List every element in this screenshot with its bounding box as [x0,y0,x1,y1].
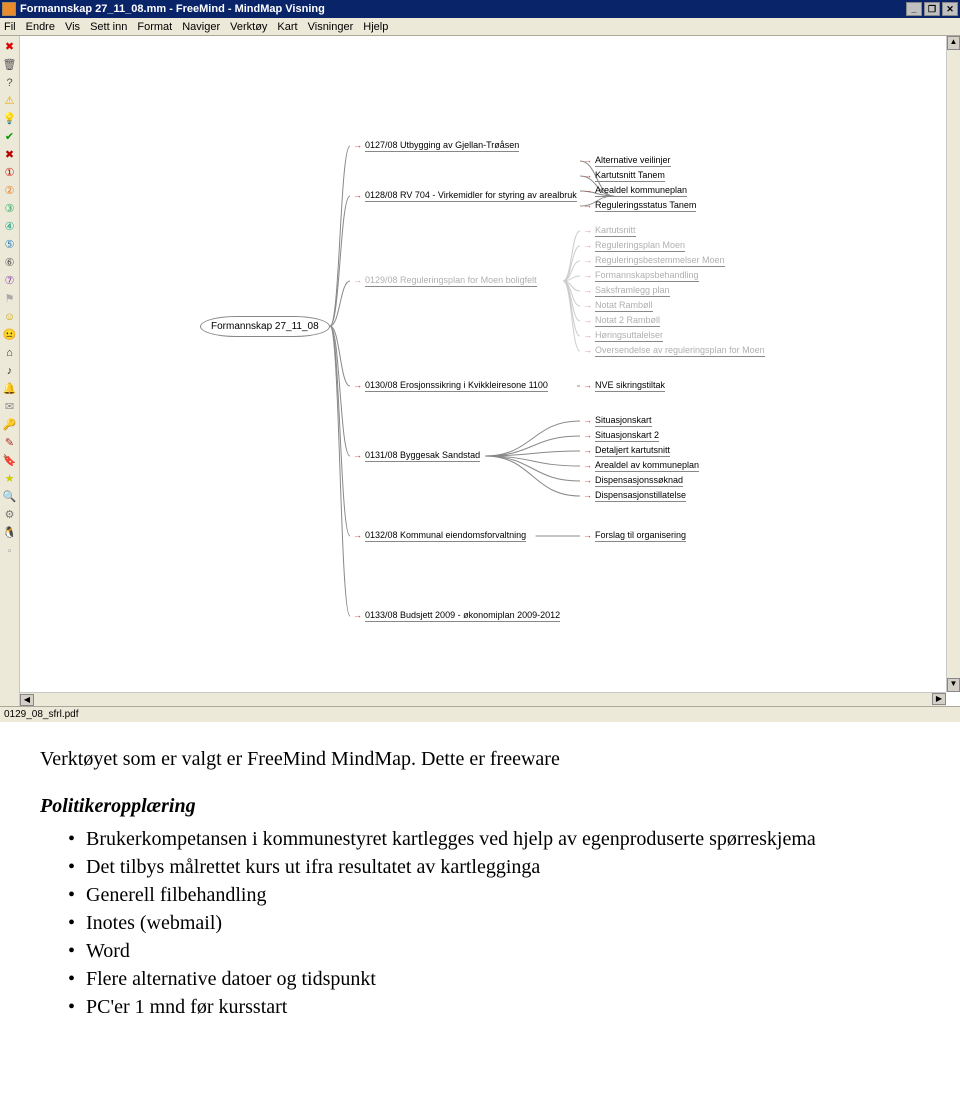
flag-icon[interactable]: ⚑ [3,292,17,306]
doc-intro: Verktøyet som er valgt er FreeMind MindM… [40,748,920,771]
priority-4-icon[interactable]: ④ [3,220,17,234]
minimize-button[interactable]: _ [906,2,922,16]
scroll-up-button[interactable]: ▲ [947,36,960,50]
bell-icon[interactable]: 🔔 [3,382,17,396]
neutral-icon[interactable]: 😐 [3,328,17,342]
menu-kart[interactable]: Kart [277,21,297,33]
blank-icon[interactable]: ▫ [3,544,17,558]
priority-3-icon[interactable]: ③ [3,202,17,216]
vertical-scrollbar[interactable]: ▲ ▼ [946,36,960,692]
mindmap-node[interactable]: →0132/08 Kommunal eiendomsforvaltning [350,529,529,541]
mindmap-node[interactable]: →Situasjonskart [580,414,655,426]
idea-icon[interactable]: 💡 [3,112,17,126]
mindmap-node[interactable]: →Kartutsnitt Tanem [580,169,668,181]
doc-bullet: Det tilbys målrettet kurs ut ifra result… [68,854,920,880]
app-body: ✖ 🗑? ⚠ 💡 ✔ ✖ ① ② ③ ④ ⑤ ⑥ ⑦ ⚑ ☺ 😐 ⌂ ♪ 🔔 ✉ 🔑 ✎ 🔖 ★ 🔍 ⚙ 🐧 ▫ Formannska… [0,36,960,706]
zoom-icon[interactable]: 🔍 [3,490,17,504]
mindmap-node[interactable]: →Høringsuttalelser [580,329,666,341]
cross-icon[interactable]: ✖ [3,148,17,162]
mindmap-node[interactable]: →Reguleringsplan Moen [580,239,688,251]
mindmap-node[interactable]: →Saksframlegg plan [580,284,673,296]
doc-bullet: Inotes (webmail) [68,910,920,936]
mindmap-node[interactable]: →0129/08 Reguleringsplan for Moen boligf… [350,274,540,286]
mindmap-node[interactable]: →Reguleringsbestemmelser Moen [580,254,728,266]
menu-endre[interactable]: Endre [26,21,55,33]
mindmap-node[interactable]: →0131/08 Byggesak Sandstad [350,449,483,461]
priority-1-icon[interactable]: ① [3,166,17,180]
key-icon[interactable]: 🔑 [3,418,17,432]
mindmap-node[interactable]: →0133/08 Budsjett 2009 - økonomiplan 200… [350,609,563,621]
status-bar: 0129_08_sfrl.pdf [0,706,960,722]
priority-6-icon[interactable]: ⑥ [3,256,17,270]
menu-naviger[interactable]: Naviger [182,21,220,33]
mindmap-node[interactable]: →0130/08 Erosjonssikring i Kvikkleireson… [350,379,551,391]
menu-sett-inn[interactable]: Sett inn [90,21,127,33]
menu-verktoy[interactable]: Verktøy [230,21,267,33]
mindmap-node[interactable]: →Forslag til organisering [580,529,689,541]
menu-fil[interactable]: Fil [4,21,16,33]
mindmap-node[interactable]: →Arealdel av kommuneplan [580,459,702,471]
priority-2-icon[interactable]: ② [3,184,17,198]
maximize-button[interactable]: ❐ [924,2,940,16]
mindmap-node[interactable]: →Alternative veilinjer [580,154,674,166]
mindmap-node[interactable]: →Situasjonskart 2 [580,429,662,441]
warning-icon[interactable]: ⚠ [3,94,17,108]
star-icon[interactable]: ★ [3,472,17,486]
smile-icon[interactable]: ☺ [3,310,17,324]
check-icon[interactable]: ✔ [3,130,17,144]
bookmark-icon[interactable]: 🔖 [3,454,17,468]
mindmap-node[interactable]: →Kartutsnitt [580,224,639,236]
mindmap-node[interactable]: →Arealdel kommuneplan [580,184,690,196]
status-text: 0129_08_sfrl.pdf [4,709,79,720]
mindmap-node[interactable]: →0128/08 RV 704 - Virkemidler for styrin… [350,189,580,201]
priority-5-icon[interactable]: ⑤ [3,238,17,252]
horizontal-scrollbar[interactable]: ◀ ▶ [20,692,946,706]
menu-format[interactable]: Format [137,21,172,33]
help-icon[interactable]: ? [3,76,17,90]
mindmap-node[interactable]: →0127/08 Utbygging av Gjellan-Trøåsen [350,139,522,151]
doc-bullet: Generell filbehandling [68,882,920,908]
scroll-left-button[interactable]: ◀ [20,694,34,706]
mail-icon[interactable]: ✉ [3,400,17,414]
mindmap-node[interactable]: →Detaljert kartutsnitt [580,444,673,456]
note-icon[interactable]: ♪ [3,364,17,378]
pencil-icon[interactable]: ✎ [3,436,17,450]
home-icon[interactable]: ⌂ [3,346,17,360]
menu-vis[interactable]: Vis [65,21,80,33]
penguin-icon[interactable]: 🐧 [3,526,17,540]
app-icon [2,2,16,16]
window-titlebar: Formannskap 27_11_08.mm - FreeMind - Min… [0,0,960,18]
doc-bullet-list: Brukerkompetansen i kommunestyret kartle… [40,826,920,1020]
window-title: Formannskap 27_11_08.mm - FreeMind - Min… [20,3,904,15]
mindmap-node[interactable]: →Formannskapsbehandling [580,269,702,281]
mindmap-node[interactable]: →Reguleringsstatus Tanem [580,199,699,211]
mindmap-node[interactable]: →Notat Rambøll [580,299,656,311]
priority-7-icon[interactable]: ⑦ [3,274,17,288]
mindmap-node[interactable]: Formannskap 27_11_08 [200,316,330,337]
mindmap-node[interactable]: →Dispensasjonssøknad [580,474,686,486]
doc-bullet: Word [68,938,920,964]
menu-visninger[interactable]: Visninger [308,21,354,33]
wizard-icon[interactable]: ⚙ [3,508,17,522]
mindmap-node[interactable]: →Dispensasjonstillatelse [580,489,689,501]
left-toolbar: ✖ 🗑? ⚠ 💡 ✔ ✖ ① ② ③ ④ ⑤ ⑥ ⑦ ⚑ ☺ 😐 ⌂ ♪ 🔔 ✉ 🔑 ✎ 🔖 ★ 🔍 ⚙ 🐧 ▫ [0,36,20,706]
mindmap-node[interactable]: →Notat 2 Rambøll [580,314,663,326]
doc-bullet: Brukerkompetansen i kommunestyret kartle… [68,826,920,852]
mindmap-canvas[interactable]: Formannskap 27_11_08 →0127/08 Utbygging a… [20,36,960,706]
scroll-right-button[interactable]: ▶ [932,693,946,705]
close-button[interactable]: ✕ [942,2,958,16]
doc-bullet: PC'er 1 mnd før kursstart [68,994,920,1020]
doc-heading: Politikeropplæring [40,795,920,818]
menu-bar: Fil Endre Vis Sett inn Format Naviger Ve… [0,18,960,36]
cancel-icon[interactable]: ✖ [3,40,17,54]
trash-icon[interactable]: 🗑 [3,58,17,72]
scroll-down-button[interactable]: ▼ [947,678,960,692]
doc-bullet: Flere alternative datoer og tidspunkt [68,966,920,992]
mindmap-node[interactable]: →Oversendelse av reguleringsplan for Moe… [580,344,768,356]
menu-hjelp[interactable]: Hjelp [363,21,388,33]
document-body: Verktøyet som er valgt er FreeMind MindM… [0,722,960,1020]
mindmap-node[interactable]: →NVE sikringstiltak [580,379,668,391]
